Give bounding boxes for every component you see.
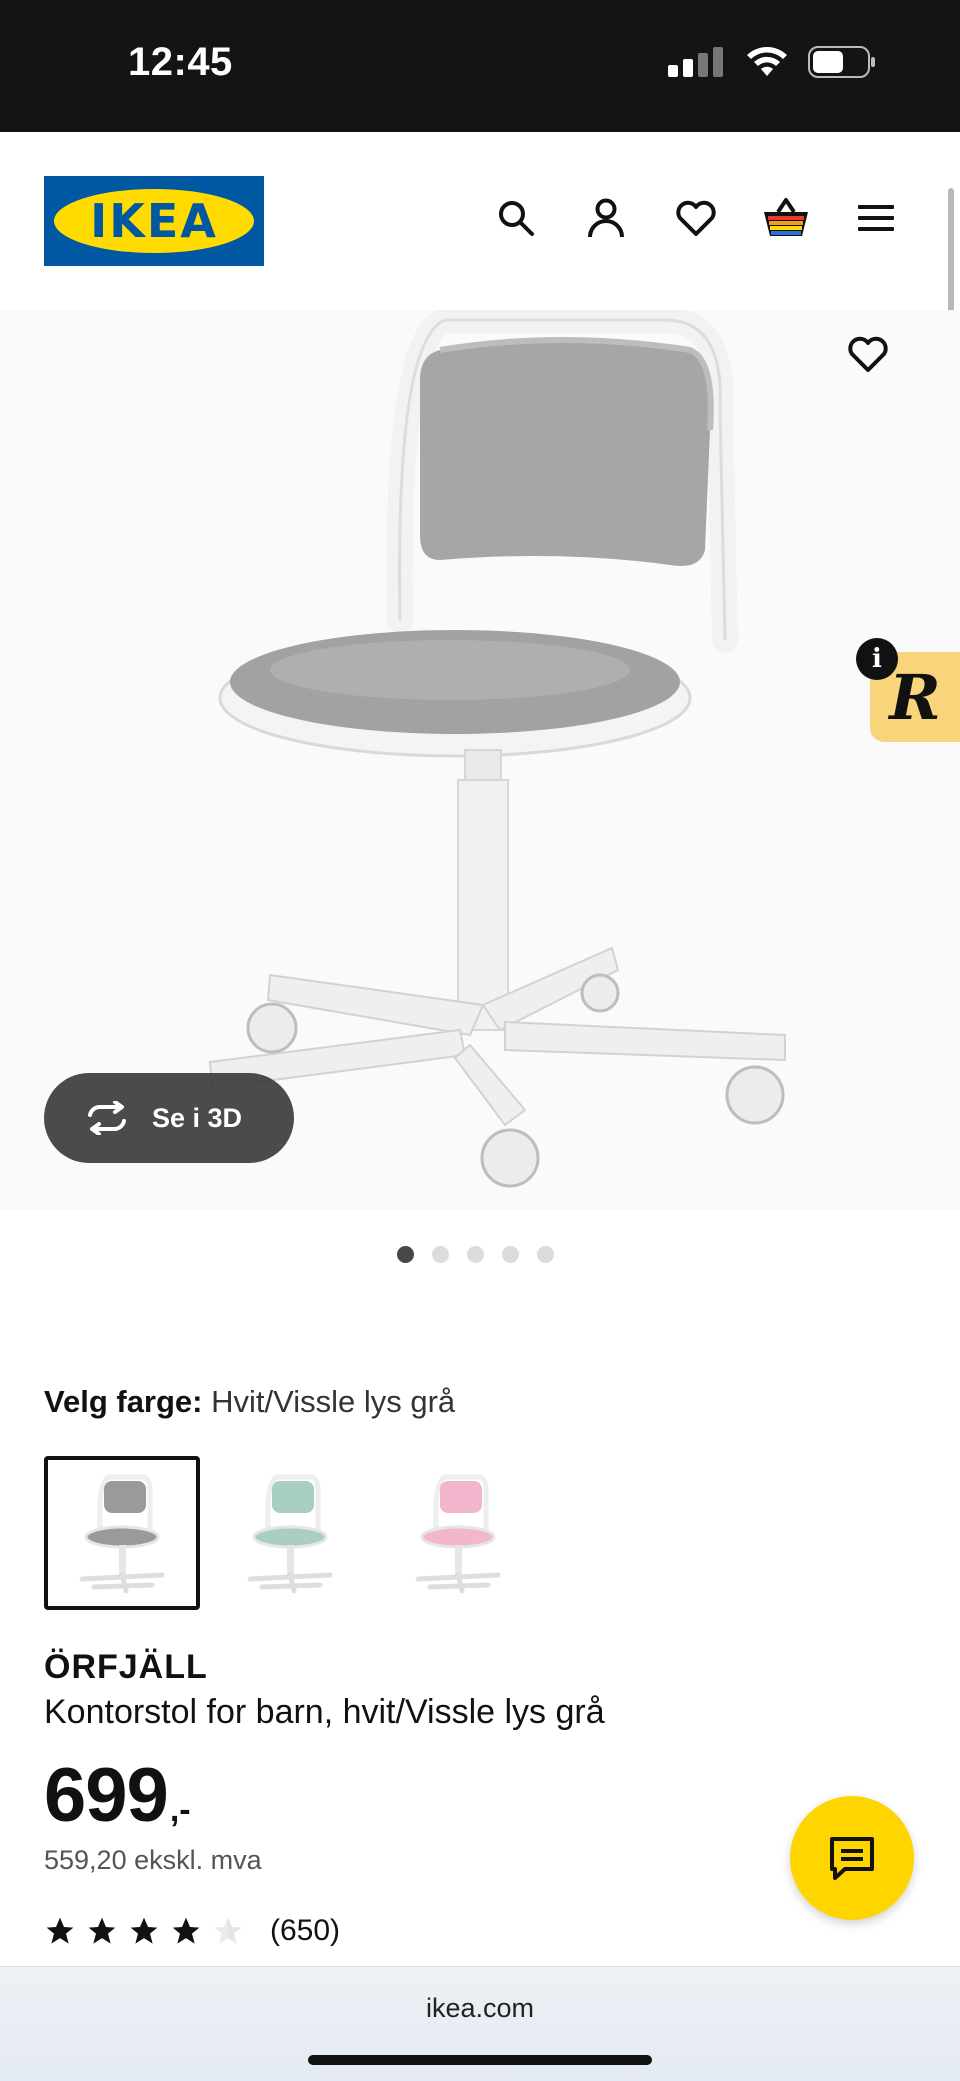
product-gallery[interactable]: R i Se i 3D bbox=[0, 310, 960, 1210]
review-count: (650) bbox=[270, 1914, 341, 1947]
browser-address-bar: ikea.com bbox=[0, 1966, 960, 2081]
url-text[interactable]: ikea.com bbox=[0, 1993, 960, 2024]
battery-icon bbox=[808, 46, 875, 78]
carousel-dot[interactable] bbox=[501, 1246, 519, 1263]
cellular-signal-icon bbox=[668, 47, 723, 77]
product-price: 699 ,- bbox=[44, 1752, 191, 1839]
wishlist-button[interactable] bbox=[672, 194, 720, 242]
search-button[interactable] bbox=[492, 194, 540, 242]
search-icon bbox=[499, 201, 534, 236]
swatch-pink[interactable] bbox=[380, 1456, 536, 1610]
ikea-logo[interactable]: IKEA bbox=[44, 176, 264, 266]
carousel-dot[interactable] bbox=[536, 1246, 554, 1263]
heart-icon bbox=[848, 336, 888, 372]
product-description: Kontorstol for barn, hvit/Vissle lys grå bbox=[44, 1693, 605, 1731]
swatch-gray[interactable] bbox=[44, 1456, 200, 1610]
logo-oval: IKEA bbox=[54, 189, 254, 253]
carousel-dot[interactable] bbox=[466, 1246, 484, 1263]
menu-icon bbox=[858, 205, 894, 231]
favorite-button[interactable] bbox=[836, 322, 900, 386]
wishlist-heart-icon bbox=[676, 200, 716, 236]
chair-thumbnail-gray bbox=[79, 1474, 165, 1594]
account-icon bbox=[588, 198, 624, 238]
status-time: 12:45 bbox=[128, 40, 233, 84]
price-amount: 699 bbox=[44, 1753, 169, 1838]
menu-button[interactable] bbox=[852, 194, 900, 242]
color-label-title: Velg farge: bbox=[44, 1384, 203, 1419]
extension-info-button[interactable]: i bbox=[856, 638, 898, 680]
status-icons bbox=[668, 46, 876, 78]
info-icon: i bbox=[872, 644, 882, 674]
rotate-3d-icon bbox=[88, 1101, 126, 1135]
star-filled-icon bbox=[88, 1917, 116, 1944]
star-filled-icon bbox=[130, 1917, 158, 1944]
header-actions bbox=[492, 194, 900, 242]
wifi-icon bbox=[747, 47, 787, 76]
price-suffix: ,- bbox=[169, 1791, 191, 1829]
status-bar: 12:45 bbox=[0, 0, 960, 132]
product-rating[interactable]: (650) bbox=[44, 1914, 340, 1948]
chat-icon bbox=[830, 1837, 874, 1880]
color-label-value: Hvit/Vissle lys grå bbox=[211, 1384, 456, 1419]
carousel-dot[interactable] bbox=[396, 1246, 414, 1263]
star-filled-icon bbox=[46, 1917, 74, 1944]
site-header: IKEA bbox=[0, 132, 960, 310]
price-ex-vat: 559,20 ekskl. mva bbox=[44, 1845, 262, 1875]
carousel-pagination bbox=[0, 1246, 955, 1263]
account-button[interactable] bbox=[582, 194, 630, 242]
shopping-bag-icon bbox=[764, 198, 808, 236]
cart-button[interactable] bbox=[762, 194, 810, 242]
home-indicator[interactable] bbox=[308, 2055, 652, 2065]
carousel-dot[interactable] bbox=[431, 1246, 449, 1263]
chat-button[interactable] bbox=[790, 1796, 914, 1920]
star-empty-icon bbox=[214, 1917, 242, 1944]
color-picker-label: Velg farge: Hvit/Vissle lys grå bbox=[44, 1384, 455, 1420]
view-in-3d-button[interactable]: Se i 3D bbox=[44, 1073, 294, 1163]
logo-text: IKEA bbox=[90, 194, 218, 248]
chair-thumbnail-pink bbox=[415, 1474, 501, 1594]
extension-badge-letter: R bbox=[889, 660, 941, 734]
swatch-green[interactable] bbox=[212, 1456, 368, 1610]
view-in-3d-label: Se i 3D bbox=[152, 1102, 243, 1133]
chair-thumbnail-green bbox=[247, 1474, 333, 1594]
star-filled-icon bbox=[172, 1917, 200, 1944]
color-swatches bbox=[44, 1456, 536, 1610]
product-name: ÖRFJÄLL bbox=[44, 1648, 208, 1686]
